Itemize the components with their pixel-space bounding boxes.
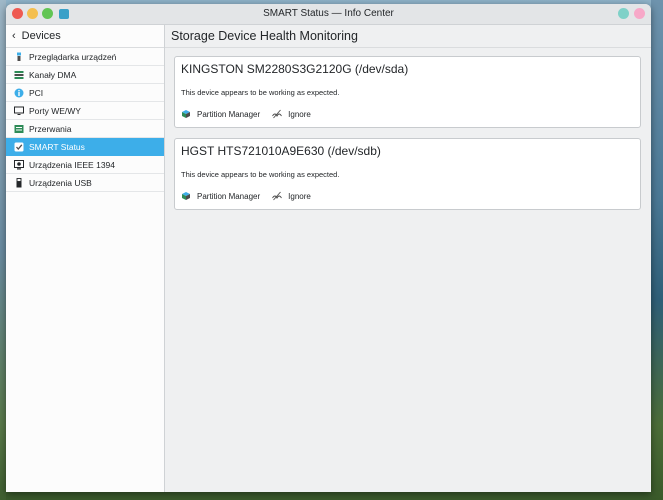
sidebar-item-label: Kanały DMA	[29, 69, 77, 80]
sidebar-item-usb[interactable]: Urządzenia USB	[6, 174, 164, 192]
monitor-icon	[14, 106, 24, 116]
device-name: KINGSTON SM2280S3G2120G (/dev/sda)	[181, 62, 409, 76]
partition-manager-label: Partition Manager	[197, 191, 261, 201]
sidebar-item-label: Urządzenia IEEE 1394	[29, 159, 115, 170]
sidebar-back-header[interactable]: ‹ Devices	[6, 25, 164, 48]
firewire-icon	[14, 159, 24, 170]
partition-manager-icon	[181, 191, 191, 201]
ignore-label: Ignore	[288, 191, 311, 201]
device-status-message: This device appears to be working as exp…	[181, 170, 340, 179]
sidebar-item-interrupts[interactable]: Przerwania	[6, 120, 164, 138]
sidebar-item-label: SMART Status	[29, 141, 85, 152]
partition-manager-button[interactable]: Partition Manager	[181, 109, 260, 119]
ignore-icon	[272, 191, 283, 201]
window-controls-right	[618, 8, 645, 19]
device-actions: Partition Manager Ignore	[181, 191, 323, 201]
device-status-message: This device appears to be working as exp…	[181, 88, 340, 97]
sidebar-item-label: Przerwania	[29, 123, 72, 134]
window-title: SMART Status — Info Center	[263, 8, 394, 19]
device-name: HGST HTS721010A9E630 (/dev/sdb)	[181, 144, 381, 158]
sidebar-item-smart-status[interactable]: SMART Status	[6, 138, 164, 156]
partition-manager-icon	[181, 109, 191, 119]
info-center-window: SMART Status — Info Center ‹ Devices Prz…	[6, 4, 651, 492]
smart-icon	[14, 142, 24, 152]
ignore-button[interactable]: Ignore	[272, 109, 311, 119]
device-tree-icon	[14, 52, 24, 62]
ignore-icon	[272, 109, 283, 119]
main-panel: Storage Device Health Monitoring KINGSTO…	[165, 25, 651, 492]
device-card-sdb: HGST HTS721010A9E630 (/dev/sdb) This dev…	[174, 138, 641, 210]
ignore-button[interactable]: Ignore	[272, 191, 311, 201]
dma-icon	[14, 70, 24, 80]
usb-icon	[14, 177, 24, 188]
title-bar[interactable]: SMART Status — Info Center	[6, 4, 651, 25]
sidebar-item-ieee1394[interactable]: Urządzenia IEEE 1394	[6, 156, 164, 174]
partition-manager-button[interactable]: Partition Manager	[181, 191, 260, 201]
desktop-wallpaper-right	[651, 0, 663, 500]
window-menu-button[interactable]	[634, 8, 645, 19]
device-actions: Partition Manager Ignore	[181, 109, 323, 119]
sidebar-item-label: PCI	[29, 87, 44, 98]
device-card-sda: KINGSTON SM2280S3G2120G (/dev/sda) This …	[174, 56, 641, 128]
sidebar-header-label: Devices	[21, 30, 61, 42]
sidebar-item-pci[interactable]: PCI	[6, 84, 164, 102]
pci-icon	[14, 88, 24, 98]
back-arrow-icon[interactable]: ‹	[12, 30, 16, 42]
keep-above-button[interactable]	[618, 8, 629, 19]
partition-manager-label: Partition Manager	[197, 109, 261, 119]
sidebar-item-label: Porty WE/WY	[29, 105, 81, 116]
sidebar: ‹ Devices Przeglądarka urządzeń Kanały D…	[6, 25, 165, 492]
sidebar-item-dma[interactable]: Kanały DMA	[6, 66, 164, 84]
sidebar-item-io-ports[interactable]: Porty WE/WY	[6, 102, 164, 120]
page-title: Storage Device Health Monitoring	[165, 25, 651, 48]
ignore-label: Ignore	[288, 109, 311, 119]
sidebar-item-label: Przeglądarka urządzeń	[29, 51, 117, 62]
sidebar-item-label: Urządzenia USB	[29, 177, 92, 188]
interrupts-icon	[14, 124, 24, 134]
sidebar-item-device-viewer[interactable]: Przeglądarka urządzeń	[6, 48, 164, 66]
